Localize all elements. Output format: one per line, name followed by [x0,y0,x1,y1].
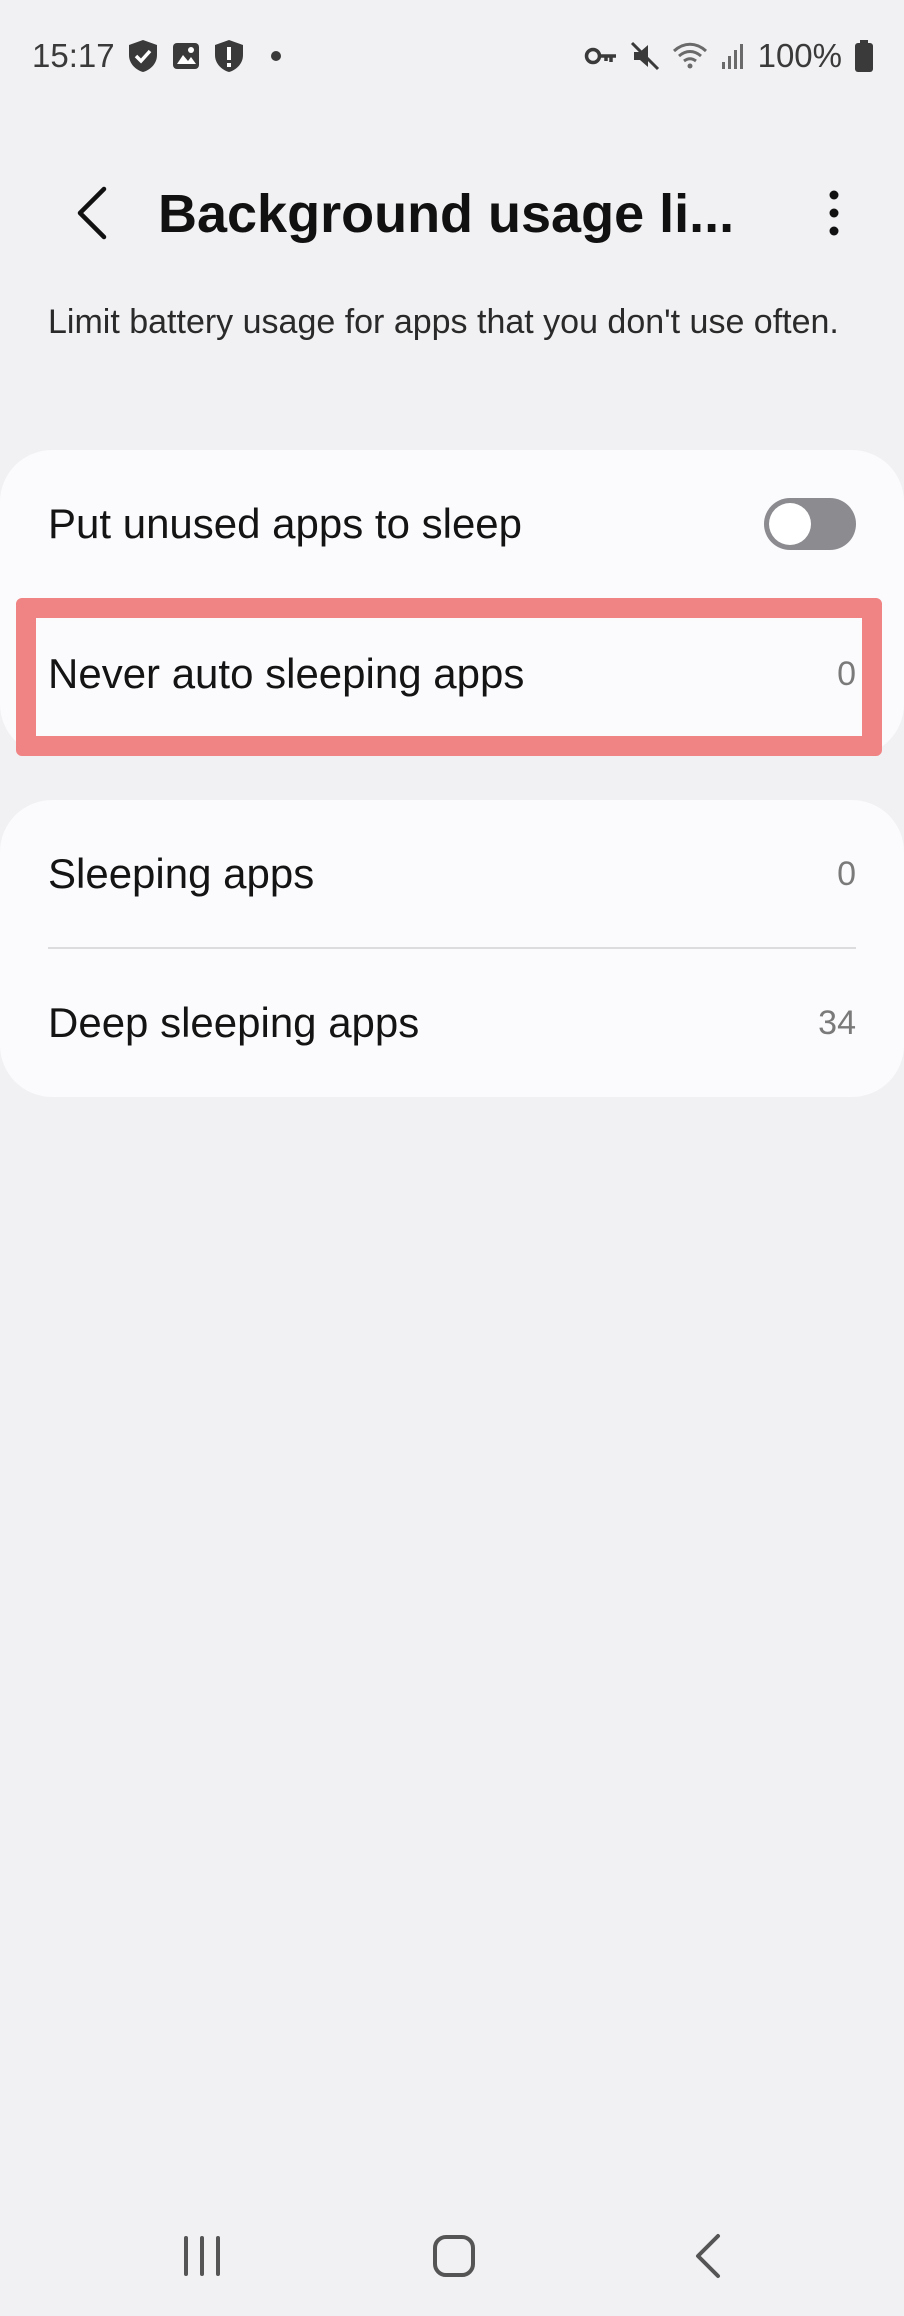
vpn-key-icon [584,44,618,68]
put-unused-apps-toggle[interactable] [764,498,856,550]
signal-icon [720,42,746,70]
more-vertical-icon [829,190,839,236]
deep-sleeping-apps-row[interactable]: Deep sleeping apps 34 [0,949,904,1097]
sleep-settings-card: Put unused apps to sleep Never auto slee… [0,450,904,756]
nav-back-icon [696,2234,720,2278]
sleep-lists-card: Sleeping apps 0 Deep sleeping apps 34 [0,800,904,1097]
toggle-knob [769,503,811,545]
never-auto-sleeping-apps-count: 0 [837,654,856,693]
deep-sleeping-apps-label: Deep sleeping apps [48,999,420,1046]
back-arrow-icon [77,186,107,240]
battery-percent: 100% [757,37,842,74]
more-options-button[interactable] [794,160,874,266]
status-bar: 15:17 100% [0,0,904,112]
notification-dot-icon [270,51,281,61]
screen: 15:17 100% Background usage li... Limit … [0,0,904,2316]
wifi-icon [672,41,708,71]
page-description: Limit battery usage for apps that you do… [48,303,839,341]
status-bar-right: 100% [584,37,874,75]
navigation-bar [0,2196,904,2316]
shield-check-icon [127,39,159,73]
battery-icon [854,39,874,73]
never-auto-sleeping-apps-row[interactable]: Never auto sleeping apps 0 [0,600,904,748]
page-title: Background usage li... [158,184,735,244]
put-unused-apps-label: Put unused apps to sleep [48,500,523,547]
gallery-icon [171,41,201,71]
deep-sleeping-apps-count: 34 [818,1003,856,1042]
mute-icon [630,41,660,71]
back-button[interactable] [52,160,132,266]
sleeping-apps-count: 0 [837,854,856,893]
sleeping-apps-row[interactable]: Sleeping apps 0 [0,800,904,948]
home-button[interactable] [394,2196,514,2316]
nav-back-button[interactable] [648,2196,768,2316]
home-icon [433,2235,475,2277]
sleeping-apps-label: Sleeping apps [48,850,315,897]
shield-alert-icon [213,39,245,73]
never-auto-sleeping-apps-label: Never auto sleeping apps [48,650,525,697]
app-bar: Background usage li... [0,160,904,266]
status-time: 15:17 [32,37,115,74]
recents-icon [184,2236,220,2276]
recents-button[interactable] [142,2196,262,2316]
put-unused-apps-row[interactable]: Put unused apps to sleep [0,450,904,598]
status-bar-left: 15:17 [32,37,281,75]
